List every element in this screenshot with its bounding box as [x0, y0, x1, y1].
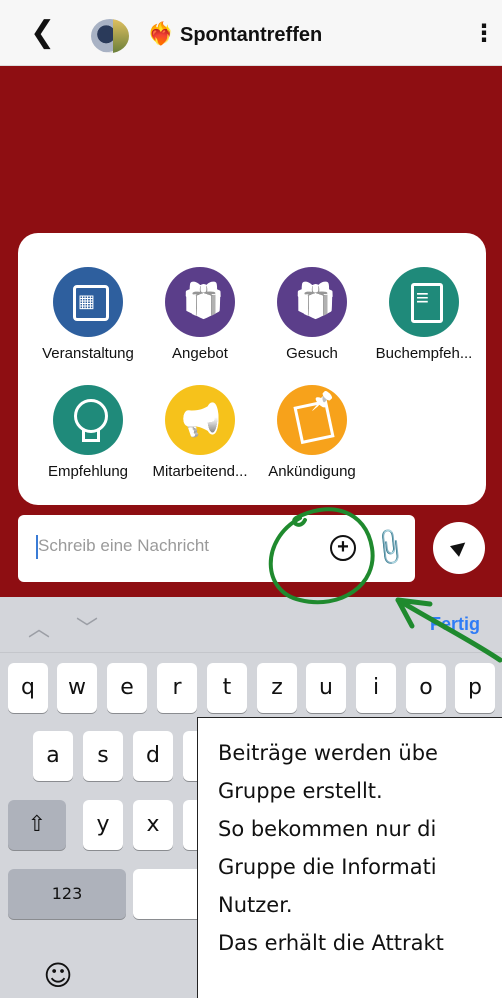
shift-key[interactable]: ⇧	[8, 800, 66, 850]
post-type-label: Gesuch	[286, 345, 338, 362]
group-avatar[interactable]	[91, 19, 129, 53]
keyboard-toolbar: ︿ ﹀ Fertig	[0, 597, 502, 653]
post-type-buchempfehlung[interactable]: Buchempfeh...	[368, 267, 480, 362]
post-type-gesuch[interactable]: Gesuch	[256, 267, 368, 362]
post-type-mitarbeitende[interactable]: Mitarbeitend...	[144, 385, 256, 480]
post-type-label: Veranstaltung	[42, 345, 134, 362]
note-line: Nutzer.	[218, 893, 293, 917]
key-y[interactable]: y	[83, 800, 123, 850]
key-e[interactable]: e	[107, 663, 147, 713]
done-button[interactable]: Fertig	[430, 614, 480, 635]
group-emoji: ❤️‍🔥	[147, 21, 175, 46]
key-i[interactable]: i	[356, 663, 396, 713]
send-button[interactable]	[433, 522, 485, 574]
post-type-label: Mitarbeitend...	[152, 463, 248, 480]
message-input[interactable]: Schreib eine Nachricht + 📎	[18, 515, 415, 582]
calendar-icon	[53, 267, 123, 337]
key-w[interactable]: w	[57, 663, 97, 713]
key-o[interactable]: o	[406, 663, 446, 713]
note-line: Gruppe erstellt.	[218, 779, 383, 803]
megaphone-icon	[165, 385, 235, 455]
key-z[interactable]: z	[257, 663, 297, 713]
key-q[interactable]: q	[8, 663, 48, 713]
key-t[interactable]: t	[207, 663, 247, 713]
gift-icon	[277, 267, 347, 337]
chevron-up-icon[interactable]: ︿	[28, 611, 50, 643]
plus-circle-icon[interactable]: +	[330, 535, 356, 561]
note-line: Beiträge werden übe	[218, 741, 438, 765]
post-type-label: Empfehlung	[47, 463, 129, 480]
post-type-label: Buchempfeh...	[375, 345, 473, 362]
key-s[interactable]: s	[83, 731, 123, 781]
shift-icon: ⇧	[27, 812, 47, 837]
space-key[interactable]	[133, 869, 203, 919]
note-line: Gruppe die Informati	[218, 855, 437, 879]
emoji-icon[interactable]: ☺	[33, 951, 83, 998]
numbers-key[interactable]: 123	[8, 869, 126, 919]
post-type-veranstaltung[interactable]: Veranstaltung	[32, 267, 144, 362]
key-a[interactable]: a	[33, 731, 73, 781]
key-r[interactable]: r	[157, 663, 197, 713]
overlay-note: Beiträge werden übe Gruppe erstellt. So …	[197, 717, 502, 998]
lightbulb-icon	[53, 385, 123, 455]
key-x[interactable]: x	[133, 800, 173, 850]
chevron-down-icon[interactable]: ﹀	[76, 611, 98, 643]
note-pin-icon	[277, 385, 347, 455]
post-type-menu: Veranstaltung Angebot Gesuch Buchempfeh.…	[18, 233, 486, 505]
note-line: So bekommen nur di	[218, 817, 437, 841]
top-app-bar: ❮ ❤️‍🔥 Spontantreffen ⋮	[0, 0, 502, 66]
message-placeholder: Schreib eine Nachricht	[38, 536, 210, 555]
book-icon	[389, 267, 459, 337]
post-type-label: Angebot	[172, 345, 228, 362]
key-p[interactable]: p	[455, 663, 495, 713]
page-title[interactable]: Spontantreffen	[180, 22, 322, 48]
post-type-angebot[interactable]: Angebot	[144, 267, 256, 362]
post-type-label: Ankündigung	[268, 463, 356, 480]
note-line: Das erhält die Attrakt	[218, 931, 444, 955]
post-type-empfehlung[interactable]: Empfehlung	[32, 385, 144, 480]
paperclip-icon[interactable]: 📎	[368, 525, 412, 568]
back-button[interactable]: ❮	[30, 16, 60, 50]
post-type-ankuendigung[interactable]: Ankündigung	[256, 385, 368, 480]
more-options-icon[interactable]: ⋮	[472, 20, 496, 48]
gift-icon	[165, 267, 235, 337]
key-u[interactable]: u	[306, 663, 346, 713]
key-d[interactable]: d	[133, 731, 173, 781]
